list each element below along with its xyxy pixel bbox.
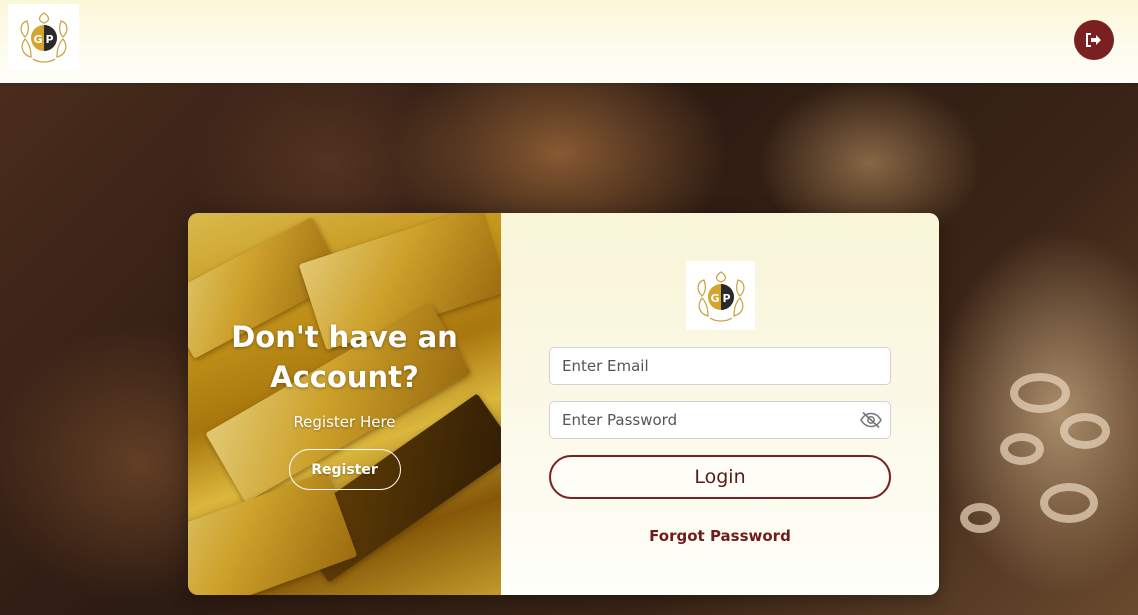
- auth-card: Don't have an Account? Register Here Reg…: [188, 213, 939, 595]
- email-input[interactable]: [549, 347, 891, 385]
- register-button[interactable]: Register: [288, 449, 401, 490]
- form-logo: G P: [686, 261, 755, 330]
- decorative-shaving: [960, 503, 1000, 533]
- decorative-shaving: [1010, 373, 1070, 413]
- login-button[interactable]: Login: [549, 455, 891, 499]
- login-panel: G P Login Forgot Password: [501, 213, 939, 595]
- logo-letter-p: P: [722, 292, 730, 305]
- register-panel: Don't have an Account? Register Here Reg…: [188, 213, 501, 595]
- brand-logo[interactable]: G P: [8, 4, 79, 70]
- logo-letter-p: P: [45, 33, 53, 46]
- logout-button[interactable]: [1074, 20, 1114, 60]
- password-visibility-toggle[interactable]: [859, 410, 883, 430]
- eye-slash-icon: [860, 411, 882, 429]
- top-header: G P: [0, 0, 1138, 83]
- register-subtitle: Register Here: [293, 413, 396, 431]
- gp-logo-icon: G P: [697, 270, 744, 322]
- register-panel-content: Don't have an Account? Register Here Reg…: [188, 213, 501, 595]
- decorative-shaving: [1000, 433, 1044, 465]
- logo-letter-g: G: [33, 33, 42, 46]
- password-input[interactable]: [549, 401, 891, 439]
- decorative-shaving: [1040, 483, 1098, 523]
- gp-logo-icon: G P: [20, 12, 67, 63]
- logo-letter-g: G: [710, 292, 719, 305]
- logout-icon: [1086, 33, 1101, 47]
- decorative-shaving: [1060, 413, 1110, 449]
- forgot-password-link[interactable]: Forgot Password: [501, 527, 939, 545]
- register-heading: Don't have an Account?: [231, 320, 458, 394]
